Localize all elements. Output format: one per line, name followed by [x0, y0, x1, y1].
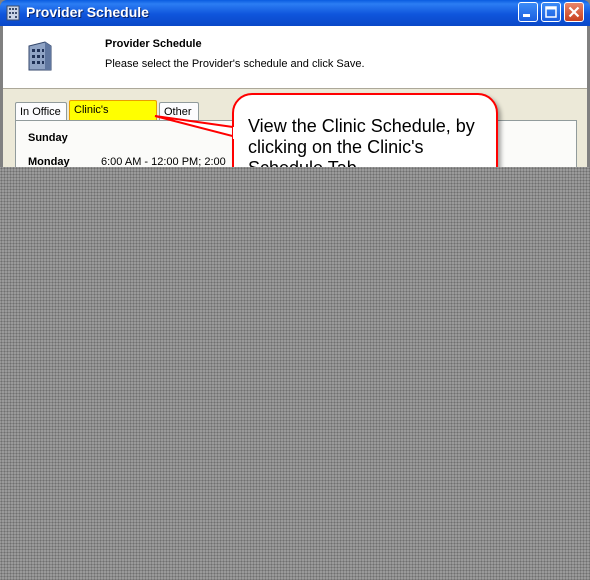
redacted-area	[0, 167, 590, 580]
provider-schedule-window: Provider Schedule Provider Schedule Plea…	[0, 0, 590, 580]
